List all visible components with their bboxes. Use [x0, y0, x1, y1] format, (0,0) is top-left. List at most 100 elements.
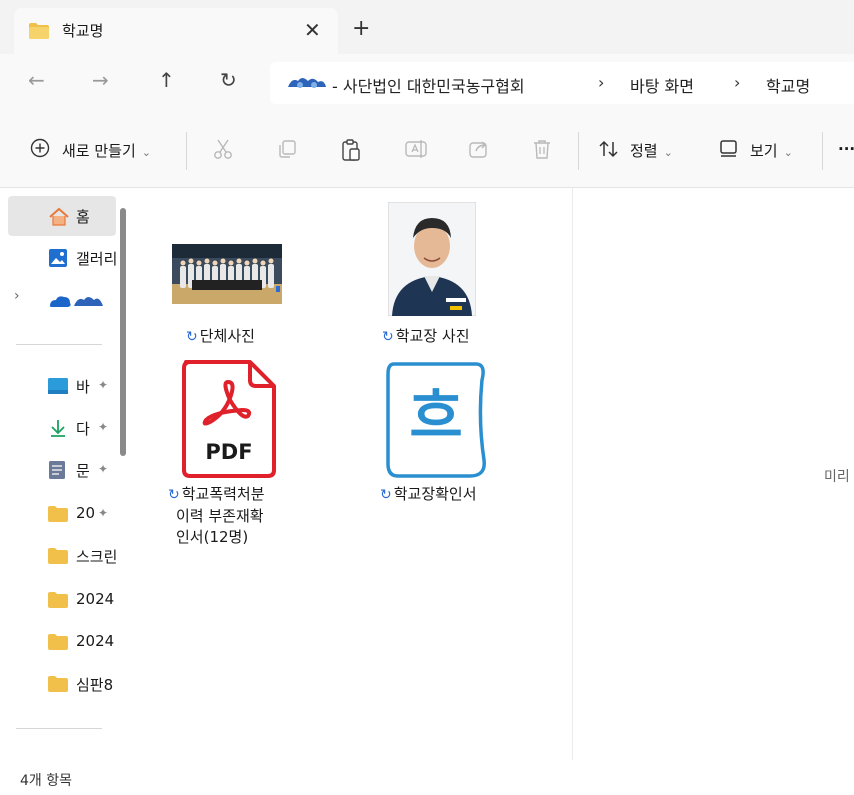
sort-label: 정렬	[630, 142, 658, 160]
close-icon[interactable]: ✕	[304, 18, 321, 42]
preview-pane-text: 미리	[824, 469, 850, 485]
file-name-line: 학교폭력처분	[181, 485, 265, 503]
sidebar-item-label: 스크린	[76, 548, 116, 566]
sync-icon: ↻	[186, 329, 198, 345]
pin-icon: ✦	[98, 420, 109, 434]
file-name-text: 학교장확인서	[393, 485, 477, 503]
sync-icon: ↻	[382, 329, 394, 345]
more-options-button[interactable]: ···	[838, 140, 854, 158]
download-icon	[48, 418, 68, 442]
sidebar-divider	[16, 344, 102, 345]
sidebar-item-documents[interactable]: 문 ✦	[8, 450, 116, 490]
preview-divider[interactable]	[572, 188, 573, 760]
file-name-line: 인서(12명)	[176, 528, 249, 546]
breadcrumb-desktop[interactable]: 바탕 화면	[630, 73, 694, 97]
file-name: ↻ 학교장 사진	[382, 326, 522, 348]
home-icon	[48, 207, 70, 231]
forward-icon[interactable]: →	[92, 68, 109, 92]
sidebar-item-label: 바	[76, 378, 90, 396]
cut-icon[interactable]	[212, 138, 234, 164]
onedrive-icon	[48, 292, 104, 314]
chevron-down-icon: ⌄	[783, 146, 793, 159]
hwp-glyph: 흐	[409, 382, 463, 450]
folder-icon	[48, 592, 68, 612]
new-tab-button[interactable]: +	[352, 16, 370, 41]
sidebar-scrollbar[interactable]	[120, 208, 126, 456]
file-item[interactable]: PDF ↻ 학교폭력처분 이력 부존재확 인서(12명)	[168, 360, 308, 560]
command-bar: 새로 만들기 ⌄ 정렬 ⌄ 보기 ⌄ ···	[0, 114, 854, 188]
sidebar-item-label: 심판8	[76, 676, 114, 694]
sidebar-item-folder[interactable]: 2024	[8, 580, 116, 620]
paste-icon[interactable]	[340, 138, 362, 166]
breadcrumb-separator[interactable]: ›	[598, 73, 604, 92]
view-label: 보기	[750, 142, 778, 160]
group-photo-thumbnail	[172, 244, 282, 308]
sidebar-item-label: 20	[76, 504, 96, 522]
view-button[interactable]: 보기 ⌄	[750, 140, 793, 161]
back-icon[interactable]: ←	[28, 68, 45, 92]
sidebar-item-folder[interactable]: 2024	[8, 622, 116, 662]
sidebar-item-home[interactable]: 홈	[8, 196, 116, 236]
gallery-icon	[48, 248, 68, 272]
tab-current[interactable]: 학교명 ✕	[14, 8, 338, 54]
share-icon[interactable]	[468, 138, 490, 164]
chevron-down-icon: ⌄	[141, 146, 151, 159]
status-bar: 4개 항목	[0, 760, 854, 795]
tab-title: 학교명	[62, 22, 104, 40]
sync-icon: ↻	[380, 487, 392, 503]
pdf-file-icon: PDF	[180, 360, 278, 482]
file-list: ↻ 단체사진 ↻ 학교장 사진 PDF ↻ 학교폭력처분 이력 부존재확 인서(…	[136, 188, 572, 760]
file-name-text: 단체사진	[199, 327, 255, 345]
hwp-file-icon: 흐	[384, 360, 488, 482]
sidebar-item-desktop[interactable]: 바 ✦	[8, 366, 116, 406]
sort-icon	[598, 138, 620, 164]
sidebar-item-downloads[interactable]: 다 ✦	[8, 408, 116, 448]
sidebar-item-folder[interactable]: 스크린	[8, 536, 116, 576]
folder-icon	[48, 506, 68, 526]
file-item[interactable]: ↻ 단체사진	[172, 242, 312, 352]
documents-icon	[48, 460, 66, 484]
breadcrumb-current[interactable]: 학교명	[766, 73, 810, 97]
navigation-bar: ← → ↑ ↻ - 사단법인 대한민국농구협회 › 바탕 화면 › 학교명	[0, 54, 854, 114]
sort-button[interactable]: 정렬 ⌄	[630, 140, 673, 161]
delete-icon[interactable]	[532, 138, 552, 164]
sidebar-item-label: 문	[76, 462, 90, 480]
new-button[interactable]: 새로 만들기 ⌄	[62, 140, 151, 161]
up-icon[interactable]: ↑	[158, 68, 175, 92]
tab-strip: 학교명 ✕ +	[0, 0, 854, 54]
chevron-down-icon: ⌄	[663, 146, 673, 159]
folder-icon	[48, 676, 68, 696]
file-item[interactable]: ↻ 학교장 사진	[382, 200, 522, 350]
sidebar-item-gallery[interactable]: 갤러리	[8, 238, 116, 278]
breadcrumb-org[interactable]: - 사단법인 대한민국농구협회	[332, 73, 525, 97]
view-icon	[718, 138, 740, 162]
new-button-label: 새로 만들기	[62, 142, 136, 160]
sidebar-divider	[16, 728, 102, 729]
navigation-pane: 홈 갤러리 › 바 ✦ 다 ✦ 문 ✦ 20 ✦ 스크린 2024 2024 심…	[0, 188, 130, 760]
folder-icon	[48, 548, 68, 568]
sidebar-item-onedrive[interactable]	[8, 280, 116, 320]
refresh-icon[interactable]: ↻	[220, 68, 237, 92]
sidebar-item-label: 갤러리	[76, 250, 116, 268]
sidebar-item-folder[interactable]: 20 ✦	[8, 494, 116, 534]
file-name: ↻ 학교폭력처분 이력 부존재확 인서(12명)	[168, 484, 308, 548]
pin-icon: ✦	[98, 506, 109, 520]
portrait-photo-thumbnail	[387, 201, 477, 320]
file-name-text: 학교장 사진	[395, 327, 470, 345]
file-item[interactable]: 흐 ↻ 학교장확인서	[380, 360, 520, 510]
pin-icon: ✦	[98, 378, 109, 392]
folder-icon	[28, 22, 50, 44]
sidebar-item-label: 2024	[76, 632, 115, 650]
toolbar-divider	[822, 132, 823, 170]
copy-icon[interactable]	[276, 138, 298, 164]
address-bar[interactable]: - 사단법인 대한민국농구협회 › 바탕 화면 › 학교명	[270, 62, 854, 104]
item-count: 4개 항목	[20, 773, 72, 789]
breadcrumb-separator[interactable]: ›	[734, 73, 740, 92]
folder-icon	[48, 634, 68, 654]
sidebar-item-label: 다	[76, 420, 90, 438]
rename-icon[interactable]	[404, 138, 428, 164]
sidebar-item-label: 홈	[76, 208, 90, 226]
toolbar-divider	[186, 132, 187, 170]
sidebar-item-folder[interactable]: 심판8	[8, 664, 116, 704]
desktop-icon	[48, 378, 68, 398]
